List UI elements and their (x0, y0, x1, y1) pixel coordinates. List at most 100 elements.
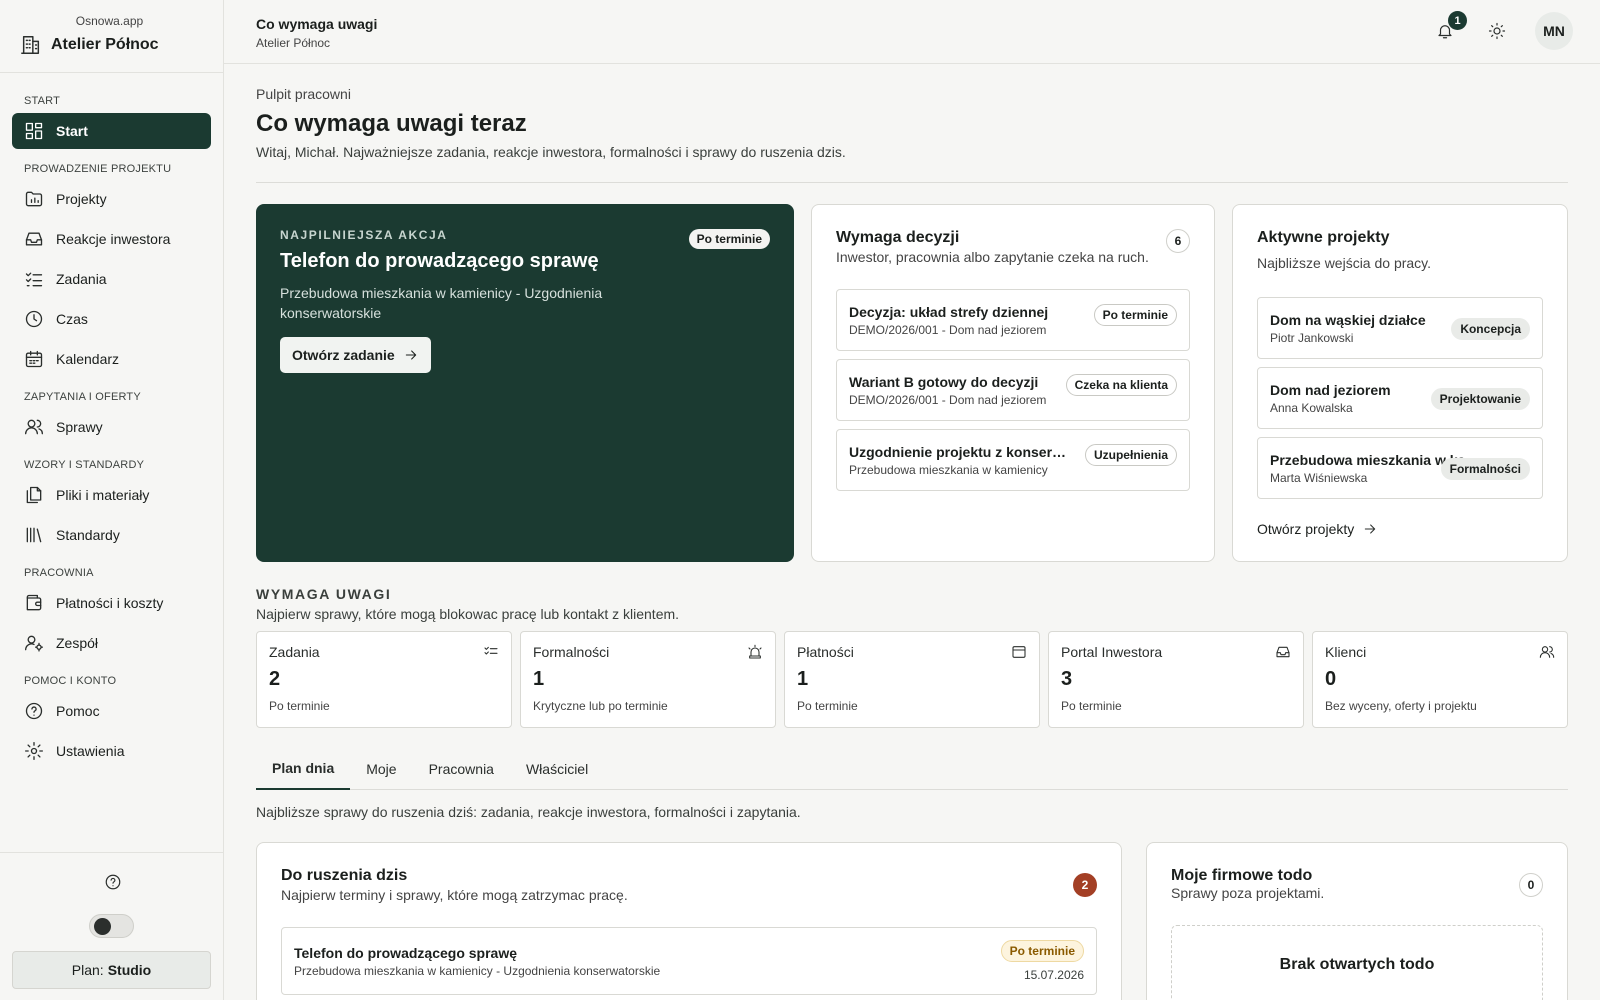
row-title: Dom na wąskiej działce (1270, 311, 1426, 328)
status-badge: Koncepcja (1451, 318, 1530, 340)
sidebar-item-projects[interactable]: Projekty (12, 181, 211, 217)
decision-row[interactable]: Wariant B gotowy do decyzji DEMO/2026/00… (836, 359, 1190, 421)
help-icon[interactable] (104, 873, 122, 891)
kpi-subtitle: Po terminie (269, 699, 330, 713)
decision-row[interactable]: Decyzja: układ strefy dziennej DEMO/2026… (836, 289, 1190, 351)
inbox-icon (1276, 646, 1290, 658)
clock-icon (25, 310, 43, 328)
kpi-subtitle: Po terminie (797, 699, 858, 713)
status-badge: Projektowanie (1430, 388, 1530, 410)
kpi-formalities[interactable]: Formalności 1 Krytyczne lub po terminie (520, 631, 776, 728)
sidebar-item-label: Czas (56, 311, 88, 327)
workspace-switcher[interactable]: Atelier Północ (20, 34, 199, 56)
todo-title: Moje firmowe todo (1171, 867, 1313, 884)
sidebar-item-cases[interactable]: Sprawy (12, 409, 211, 445)
kpi-label: Zadania (269, 644, 320, 660)
status-badge: Uzupełnienia (1084, 444, 1177, 466)
checklist-icon (25, 272, 43, 287)
kpi-clients[interactable]: Klienci 0 Bez wyceny, oferty i projektu (1312, 631, 1568, 728)
tab-studio[interactable]: Pracownia (413, 748, 510, 790)
decisions-card: Wymaga decyzji Inwestor, pracownia albo … (811, 204, 1215, 562)
avatar[interactable]: MN (1535, 12, 1573, 50)
project-row[interactable]: Dom na wąskiej działce Piotr Jankowski K… (1257, 297, 1543, 359)
status-badge: Czeka na klienta (1065, 374, 1177, 396)
dashboard-icon (25, 122, 43, 140)
sidebar-footer: Plan: Studio (0, 852, 223, 1000)
decisions-subtitle: Inwestor, pracownia albo zapytanie czeka… (836, 249, 1149, 265)
plan-value: Studio (107, 962, 152, 978)
decision-row[interactable]: Uzgodnienie projektu z konserwatorem Prz… (836, 429, 1190, 491)
sidebar-item-files[interactable]: Pliki i materiały (12, 477, 211, 513)
sun-icon[interactable] (1488, 22, 1506, 40)
sidebar-item-label: Zadania (56, 271, 107, 287)
arrow-right-icon (1365, 524, 1376, 534)
tab-mine[interactable]: Moje (350, 748, 412, 790)
open-projects-link[interactable]: Otwórz projekty (1257, 521, 1378, 537)
plan-button[interactable]: Plan: Studio (12, 951, 211, 989)
urgent-action-card: NAJPILNIEJSZA AKCJA Telefon do prowadząc… (256, 204, 794, 562)
topbar: Co wymaga uwagi Atelier Północ 1 MN (224, 0, 1600, 64)
sidebar-item-tasks[interactable]: Zadania (12, 261, 211, 297)
kpi-tasks[interactable]: Zadania 2 Po terminie (256, 631, 512, 728)
nav-section-standards: WZORY I STANDARDY (24, 459, 145, 471)
hero-title: Telefon do prowadzącego sprawę (280, 250, 599, 272)
sidebar-item-calendar[interactable]: Kalendarz (12, 341, 211, 377)
sidebar-item-payments[interactable]: Płatności i koszty (12, 585, 211, 621)
nav-section-offers: ZAPYTANIA I OFERTY (24, 391, 141, 403)
kpi-value: 3 (1061, 668, 1073, 690)
users-icon (25, 419, 44, 435)
sidebar-item-label: Standardy (56, 527, 120, 543)
sidebar-item-team[interactable]: Zespół (12, 625, 211, 661)
tab-owner[interactable]: Właściciel (510, 748, 604, 790)
topbar-subtitle: Atelier Północ (256, 36, 331, 50)
project-row[interactable]: Dom nad jeziorem Anna Kowalska Projektow… (1257, 367, 1543, 429)
tab-day-plan[interactable]: Plan dnia (256, 748, 351, 790)
page-title: Co wymaga uwagi teraz (256, 110, 527, 137)
calendar-icon (25, 350, 43, 368)
kpi-investor-portal[interactable]: Portal Inwestora 3 Po terminie (1048, 631, 1304, 728)
kpi-subtitle: Krytyczne lub po terminie (533, 699, 668, 713)
row-title: Wariant B gotowy do decyzji (849, 373, 1039, 390)
todo-card: Moje firmowe todo Sprawy poza projektami… (1146, 842, 1568, 1000)
today-title: Do ruszenia dzis (281, 867, 408, 884)
open-task-label: Otwórz zadanie (292, 347, 395, 363)
status-badge: Formalności (1440, 458, 1530, 480)
checklist-icon (484, 646, 498, 655)
projects-title: Aktywne projekty (1257, 229, 1390, 246)
kpi-label: Formalności (533, 644, 610, 660)
sidebar-item-time[interactable]: Czas (12, 301, 211, 337)
today-count: 2 (1073, 873, 1097, 897)
brand: Osnowa.app Atelier Północ (0, 0, 223, 73)
attention-kicker: WYMAGA UWAGI (256, 586, 392, 602)
status-badge: Po terminie (1093, 304, 1177, 326)
kpi-value: 0 (1325, 668, 1337, 690)
kpi-value: 1 (797, 668, 809, 690)
sidebar-item-label: Reakcje inwestora (56, 231, 171, 247)
theme-toggle[interactable] (89, 914, 134, 938)
brand-app-name: Osnowa.app (75, 14, 144, 28)
kpi-label: Płatności (797, 644, 854, 660)
sidebar-item-help[interactable]: Pomoc (12, 693, 211, 729)
library-icon (26, 527, 42, 543)
sidebar-item-label: Zespół (56, 635, 99, 651)
open-task-button[interactable]: Otwórz zadanie (280, 337, 431, 373)
decisions-title: Wymaga decyzji (836, 229, 960, 246)
sidebar-item-start[interactable]: Start (12, 113, 211, 149)
today-task-row[interactable]: Telefon do prowadzącego sprawę Przebudow… (281, 927, 1097, 995)
sidebar-item-settings[interactable]: Ustawienia (12, 733, 211, 769)
sidebar-item-reactions[interactable]: Reakcje inwestora (12, 221, 211, 257)
due-date: 15.07.2026 (1023, 968, 1084, 982)
files-icon (26, 486, 42, 504)
row-title: Dom nad jeziorem (1270, 381, 1391, 398)
todo-subtitle: Sprawy poza projektami. (1171, 885, 1325, 901)
sidebar-item-standards[interactable]: Standardy (12, 517, 211, 553)
kpi-payments[interactable]: Płatności 1 Po terminie (784, 631, 1040, 728)
kpi-label: Portal Inwestora (1061, 644, 1163, 660)
status-badge: Po terminie (1000, 940, 1084, 962)
nav-section-project: PROWADZENIE PROJEKTU (24, 163, 172, 175)
project-row[interactable]: Przebudowa mieszkania w kamienicy Marta … (1257, 437, 1543, 499)
row-title: Decyzja: układ strefy dziennej (849, 303, 1049, 320)
sidebar-item-label: Pliki i materiały (56, 487, 150, 503)
hero-description: Przebudowa mieszkania w kamienicy - Uzgo… (280, 285, 603, 321)
wallet-icon (1012, 646, 1026, 658)
